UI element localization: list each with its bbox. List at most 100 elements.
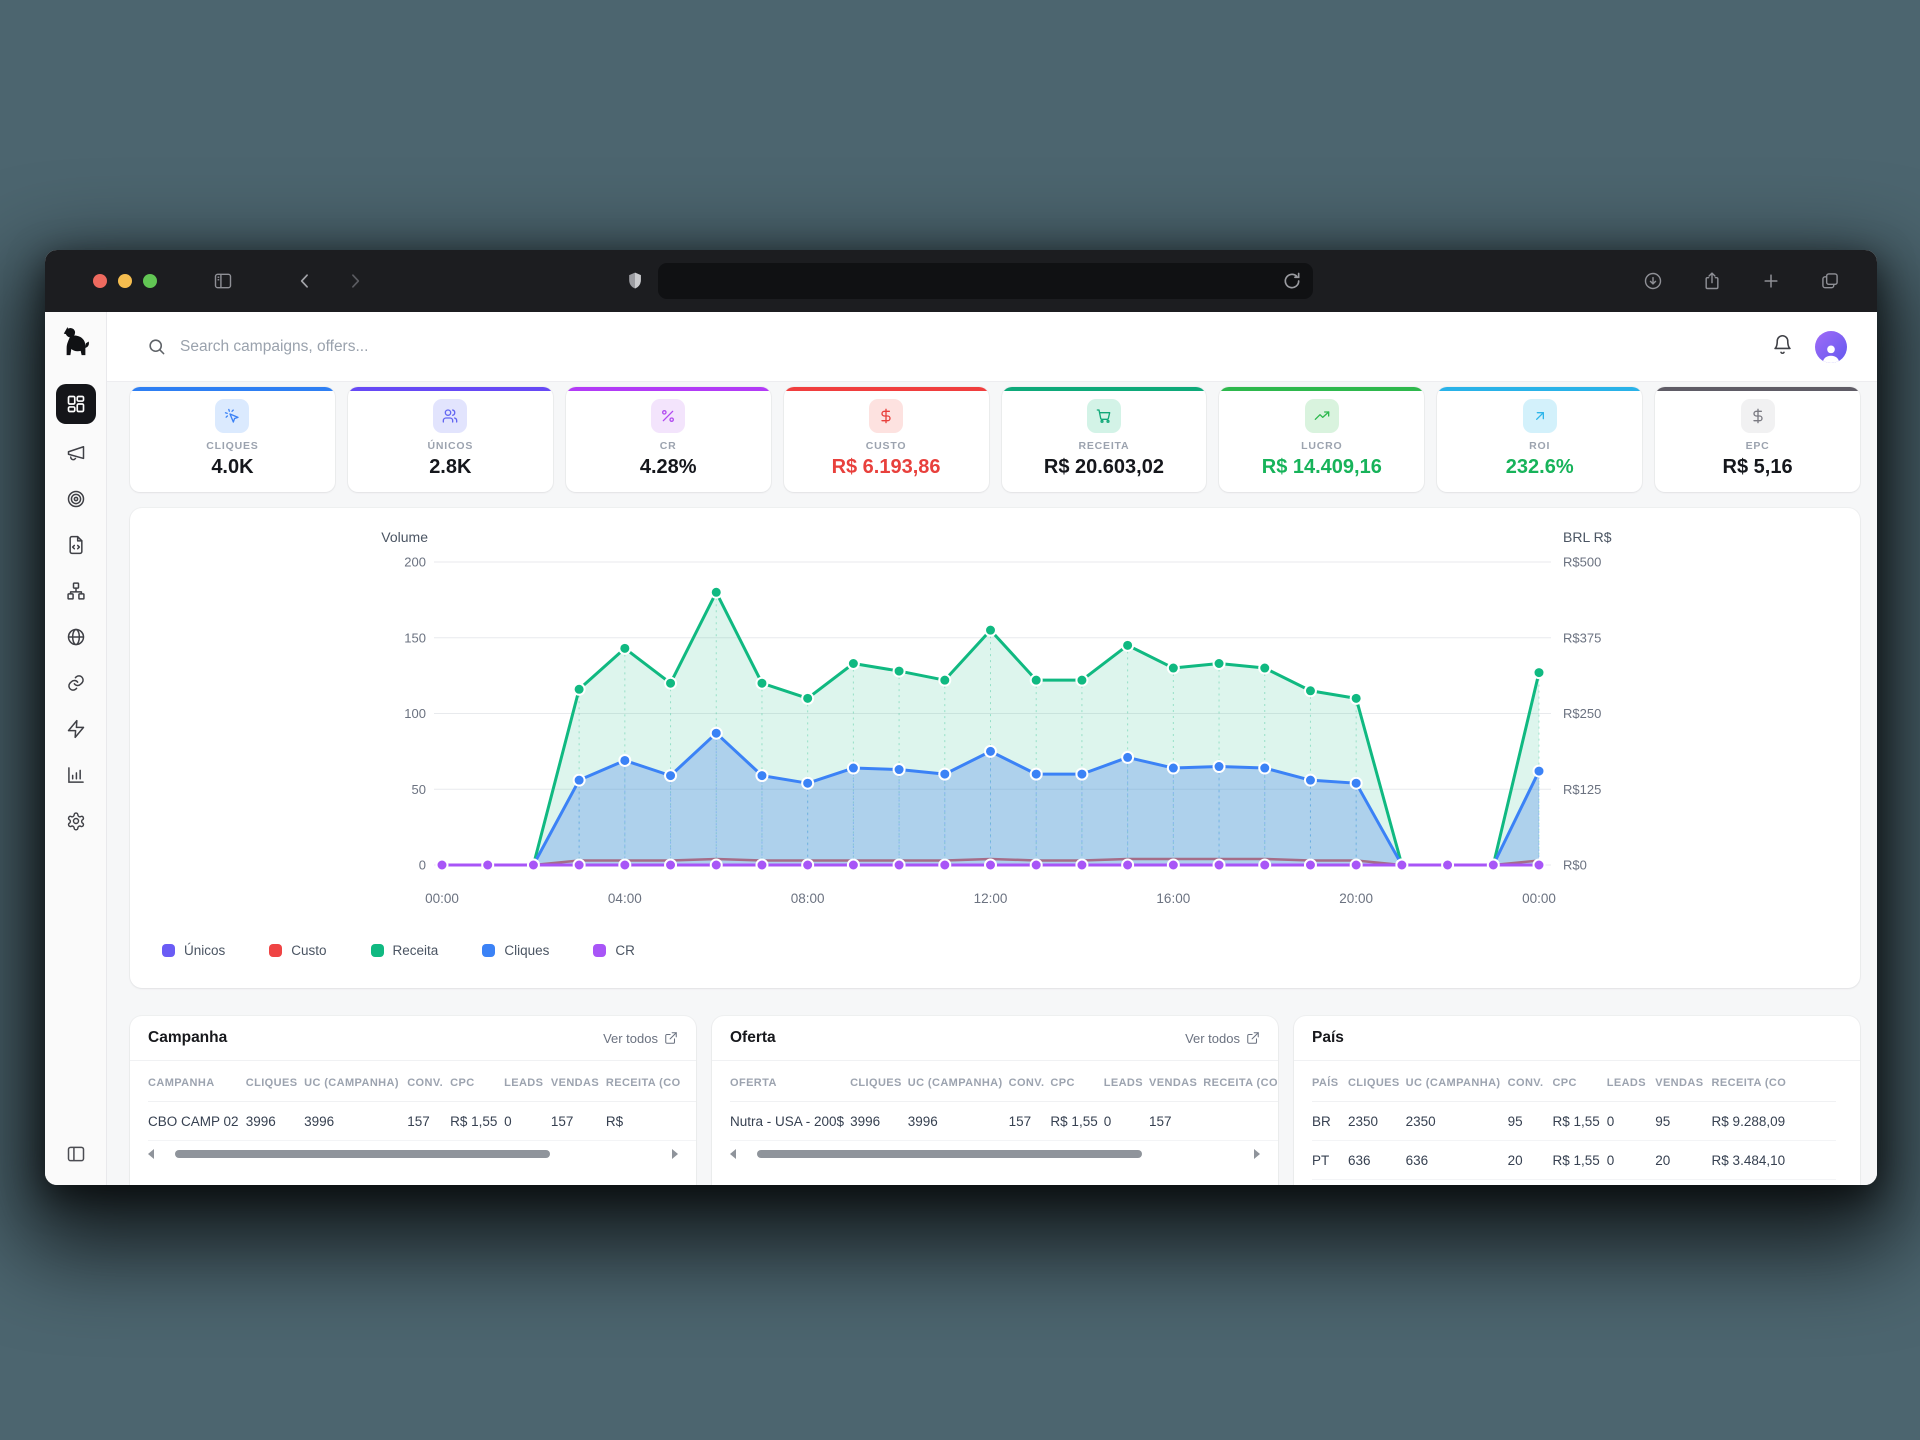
sidebar-item-megaphone[interactable] bbox=[59, 436, 93, 470]
share-icon[interactable] bbox=[1697, 266, 1727, 296]
close-button[interactable] bbox=[93, 274, 107, 288]
url-bar[interactable] bbox=[658, 263, 1313, 299]
table-cell: 20 bbox=[1508, 1141, 1553, 1180]
column-header: CPC bbox=[450, 1061, 504, 1102]
legend-swatch bbox=[269, 944, 282, 957]
svg-text:100: 100 bbox=[404, 706, 426, 721]
scrollbar-thumb[interactable] bbox=[757, 1150, 1142, 1158]
kpi-accent-bar bbox=[348, 387, 553, 391]
back-icon[interactable] bbox=[290, 266, 320, 296]
table-cell: 157 bbox=[1149, 1102, 1203, 1141]
scrollbar-thumb[interactable] bbox=[175, 1150, 549, 1158]
kpi-value: 4.0K bbox=[130, 456, 335, 479]
data-table: OFERTACLIQUESUC (CAMPANHA)CONV.CPCLEADSV… bbox=[730, 1061, 1278, 1141]
column-header: CPC bbox=[1552, 1061, 1606, 1102]
chart-legend: Únicos Custo Receita Cliques CR bbox=[130, 933, 1860, 958]
kpi-card-roi: ROI232.6% bbox=[1437, 387, 1642, 492]
panel-collapse-icon[interactable] bbox=[66, 1144, 86, 1169]
sidebar-item-settings[interactable] bbox=[59, 804, 93, 838]
column-header: UC (CAMPANHA) bbox=[908, 1061, 1009, 1102]
search-input[interactable] bbox=[180, 338, 680, 356]
legend-item-cliques[interactable]: Cliques bbox=[482, 943, 549, 958]
scroll-right-arrow[interactable] bbox=[672, 1149, 678, 1159]
sidebar-toggle-icon[interactable] bbox=[208, 266, 238, 296]
legend-swatch bbox=[482, 944, 495, 957]
column-header: RECEITA (CO bbox=[1203, 1061, 1278, 1102]
table-row[interactable]: CBO CAMP 0239963996157R$ 1,550157R$ bbox=[148, 1102, 696, 1141]
dog-logo bbox=[59, 324, 93, 360]
tab-overview-icon[interactable] bbox=[1815, 266, 1845, 296]
horizontal-scrollbar[interactable] bbox=[730, 1148, 1260, 1160]
kpi-card-custo: CUSTO R$ 6.193,86 bbox=[784, 387, 989, 492]
sidebar-item-network[interactable] bbox=[59, 574, 93, 608]
browser-window: CLIQUES4.0KÚNICOS2.8KCR4.28%CUSTOR$ 6.19… bbox=[45, 250, 1877, 1185]
column-header: CLIQUES bbox=[850, 1061, 908, 1102]
sidebar-item-zap[interactable] bbox=[59, 712, 93, 746]
table-row[interactable]: PT63663620R$ 1,55020R$ 3.484,10 bbox=[1312, 1141, 1836, 1180]
download-icon[interactable] bbox=[1638, 266, 1668, 296]
kpi-label: EPC bbox=[1655, 440, 1860, 452]
dollar-icon bbox=[869, 399, 903, 433]
sidebar-item-globe[interactable] bbox=[59, 620, 93, 654]
table-cell: 636 bbox=[1406, 1141, 1508, 1180]
kpi-value: R$ 6.193,86 bbox=[784, 456, 989, 479]
column-header: OFERTA bbox=[730, 1061, 850, 1102]
legend-label: CR bbox=[615, 943, 635, 958]
table-card-campanha: CampanhaVer todosCAMPANHACLIQUESUC (CAMP… bbox=[130, 1016, 696, 1185]
column-header: RECEITA (CO bbox=[1712, 1061, 1836, 1102]
cursor-click-icon bbox=[215, 399, 249, 433]
table-cell: 95 bbox=[1655, 1102, 1711, 1141]
arrow-up-right-icon bbox=[1523, 399, 1557, 433]
svg-text:R$375: R$375 bbox=[1563, 630, 1601, 645]
column-header: LEADS bbox=[1607, 1061, 1655, 1102]
sidebar-item-file-code[interactable] bbox=[59, 528, 93, 562]
zoom-button[interactable] bbox=[143, 274, 157, 288]
horizontal-scrollbar[interactable] bbox=[148, 1148, 678, 1160]
new-tab-icon[interactable] bbox=[1756, 266, 1786, 296]
scroll-right-arrow[interactable] bbox=[1254, 1149, 1260, 1159]
kpi-value: R$ 5,16 bbox=[1655, 456, 1860, 479]
kpi-card-cr: CR4.28% bbox=[566, 387, 771, 492]
avatar[interactable] bbox=[1815, 331, 1847, 363]
bell-icon[interactable] bbox=[1772, 334, 1793, 360]
svg-text:200: 200 bbox=[404, 555, 426, 570]
kpi-accent-bar bbox=[1655, 387, 1860, 391]
table-cell bbox=[1203, 1102, 1278, 1141]
ver-todos-link[interactable]: Ver todos bbox=[1185, 1031, 1260, 1046]
legend-item-receita[interactable]: Receita bbox=[371, 943, 439, 958]
svg-text:00:00: 00:00 bbox=[1522, 891, 1556, 906]
legend-item-cr[interactable]: CR bbox=[593, 943, 635, 958]
sidebar-item-bar-chart[interactable] bbox=[59, 758, 93, 792]
table-cell: 20 bbox=[1655, 1141, 1711, 1180]
table-title: Campanha bbox=[148, 1029, 227, 1047]
legend-item-únicos[interactable]: Únicos bbox=[162, 943, 225, 958]
kpi-label: RECEITA bbox=[1002, 440, 1207, 452]
reload-icon[interactable] bbox=[1281, 270, 1303, 292]
column-header: LEADS bbox=[1104, 1061, 1149, 1102]
svg-text:08:00: 08:00 bbox=[791, 891, 825, 906]
kpi-row: CLIQUES4.0KÚNICOS2.8KCR4.28%CUSTOR$ 6.19… bbox=[130, 387, 1860, 492]
legend-swatch bbox=[593, 944, 606, 957]
tables-row: CampanhaVer todosCAMPANHACLIQUESUC (CAMP… bbox=[130, 1016, 1860, 1185]
ver-todos-link[interactable]: Ver todos bbox=[603, 1031, 678, 1046]
table-row[interactable]: Nutra - USA - 200$39963996157R$ 1,550157 bbox=[730, 1102, 1278, 1141]
kpi-accent-bar bbox=[566, 387, 771, 391]
kpi-value: R$ 14.409,16 bbox=[1219, 456, 1424, 479]
sidebar-item-target[interactable] bbox=[59, 482, 93, 516]
svg-text:150: 150 bbox=[404, 630, 426, 645]
shield-icon[interactable] bbox=[620, 266, 650, 296]
scroll-left-arrow[interactable] bbox=[148, 1149, 154, 1159]
sidebar-item-link[interactable] bbox=[59, 666, 93, 700]
svg-text:0: 0 bbox=[419, 858, 426, 873]
legend-item-custo[interactable]: Custo bbox=[269, 943, 326, 958]
kpi-card-cliques: CLIQUES4.0K bbox=[130, 387, 335, 492]
svg-text:00:00: 00:00 bbox=[425, 891, 459, 906]
minimize-button[interactable] bbox=[118, 274, 132, 288]
percent-icon bbox=[651, 399, 685, 433]
scroll-left-arrow[interactable] bbox=[730, 1149, 736, 1159]
table-row[interactable]: BR2350235095R$ 1,55095R$ 9.288,09 bbox=[1312, 1102, 1836, 1141]
sidebar-item-dashboard[interactable] bbox=[56, 384, 96, 424]
table-cell: R$ bbox=[606, 1102, 696, 1141]
forward-icon[interactable] bbox=[340, 266, 370, 296]
kpi-label: CUSTO bbox=[784, 440, 989, 452]
